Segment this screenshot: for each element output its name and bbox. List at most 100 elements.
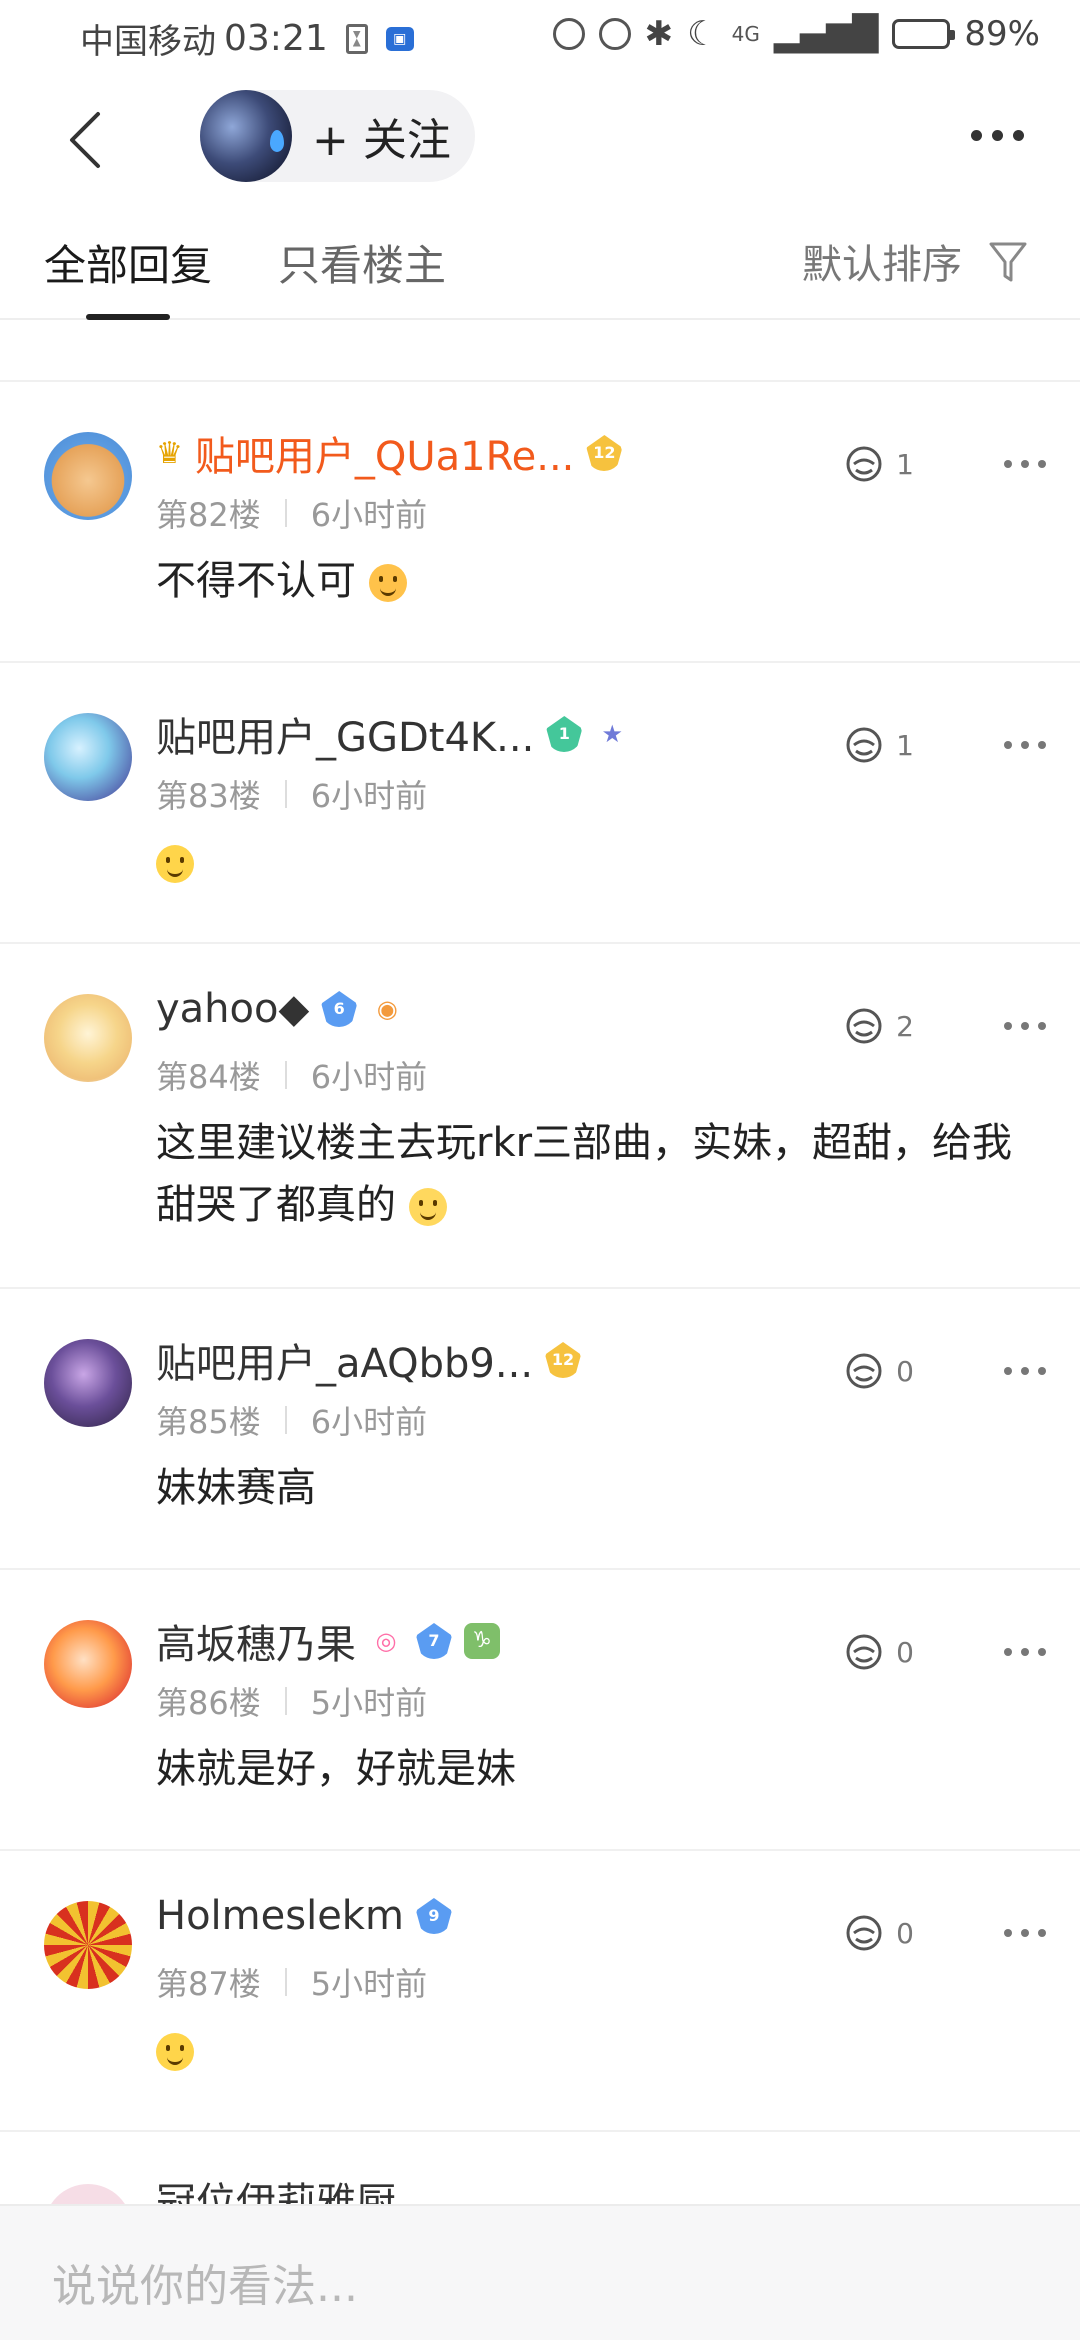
post-time: 6小时前 [310,777,428,815]
more-icon[interactable] [1004,1022,1046,1030]
battery-text: 89% [964,14,1040,54]
floor-number: 第85楼 [156,1403,261,1441]
reply-item: 高坂穗乃果 ◎ 7 ♑ 第86楼 5小时前 妹就是好，好就是妹 0 [0,1570,1080,1851]
like-button[interactable]: 0 [842,1913,914,1953]
reply-content [156,2019,1016,2081]
username[interactable]: yahoo◆ [156,986,309,1032]
reply-item: 贴吧用户_aAQbb9... 12 第85楼 6小时前 妹妹赛高 0 [0,1289,1080,1570]
reply-text: 妹妹赛高 [156,1465,316,1511]
avatar[interactable] [44,1901,132,1989]
reply-content: 妹妹赛高 [156,1457,1016,1519]
clock-text: 03:21 [224,18,328,59]
reply-list: ♛ 贴吧用户_QUa1Re... 12 第82楼 6小时前 不得不认可 1 贴吧… [0,382,1080,2132]
level-badge: 1 [546,716,583,752]
like-button[interactable]: 0 [842,1632,914,1672]
username[interactable]: 贴吧用户_GGDt4K... [156,705,534,763]
like-icon [846,1353,882,1389]
more-icon[interactable] [1004,741,1046,749]
avatar[interactable] [44,432,132,520]
reply-item: Holmeslekm 9 第87楼 5小时前 0 [0,1851,1080,2132]
like-icon [846,446,882,482]
reply-content: 这里建议楼主去玩rkr三部曲，实妹，超甜，给我甜哭了都真的 [156,1112,1016,1236]
level-badge: 6 [321,991,358,1027]
more-icon[interactable] [1004,1367,1046,1375]
avatar[interactable] [44,713,132,801]
more-icon[interactable] [1004,1929,1046,1937]
post-time: 6小时前 [310,496,428,534]
carrier-text: 中国移动 [80,22,216,62]
status-bar: 中国移动 03:21 ▣ ✱ ☾ 4G ▂▄▆█ 89% [0,0,1080,75]
like-button[interactable]: 0 [842,1351,914,1391]
reply-item: ♛ 贴吧用户_QUa1Re... 12 第82楼 6小时前 不得不认可 1 [0,382,1080,663]
crown-icon: ♛ [156,435,183,471]
forum-avatar[interactable] [200,90,292,182]
emoji-icon [156,2033,194,2071]
more-icon[interactable] [1004,1648,1046,1656]
tab-only-op[interactable]: 只看楼主 [278,232,446,293]
like-button[interactable]: 1 [842,444,914,484]
reply-item: yahoo◆ 6 ◉ 第84楼 6小时前 这里建议楼主去玩rkr三部曲，实妹，超… [0,944,1080,1289]
username[interactable]: 贴吧用户_QUa1Re... [195,424,574,482]
reply-input-bar[interactable]: 说说你的看法... [0,2204,1080,2340]
floor-number: 第86楼 [156,1684,261,1722]
reply-text: 妹就是好，好就是妹 [156,1746,516,1792]
like-count: 1 [896,447,914,481]
floor-number: 第83楼 [156,777,261,815]
sort-dropdown[interactable]: 默认排序 [802,232,962,290]
post-time: 6小时前 [310,1403,428,1441]
app-notification-icon: ▣ [385,26,414,51]
back-icon[interactable] [62,110,112,170]
nav-bar: + 关注 [0,80,1080,195]
avatar[interactable] [44,2184,132,2204]
avatar[interactable] [44,1620,132,1708]
reply-item: 贴吧用户_GGDt4K... 1 ★ 第83楼 6小时前 1 [0,663,1080,944]
like-count: 1 [896,728,914,762]
reply-tabs: 全部回复 只看楼主 默认排序 [0,220,1080,320]
like-icon [846,1634,882,1670]
reply-item-partial: 冠位伊莉雅厨 [0,2124,1080,2204]
emoji-icon [368,564,407,602]
battery-icon [892,19,956,49]
star-badge-icon: ★ [601,720,624,748]
post-time: 5小时前 [310,1684,428,1722]
username[interactable]: 高坂穗乃果 [156,1612,356,1670]
reply-content: 妹就是好，好就是妹 [156,1738,1016,1800]
username[interactable]: 贴吧用户_aAQbb9... [156,1331,533,1389]
post-time: 6小时前 [310,1058,428,1096]
username[interactable]: 冠位伊莉雅厨 [156,2170,396,2204]
zodiac-icon: ♑ [464,1623,500,1659]
hourglass-icon [345,23,368,54]
level-badge: 12 [586,435,623,471]
floor-number: 第84楼 [156,1058,261,1096]
tab-all-replies[interactable]: 全部回复 [44,232,212,293]
emoji-icon [156,845,194,883]
follow-label: + 关注 [312,115,451,166]
avatar[interactable] [44,1339,132,1427]
filter-icon[interactable] [988,240,1028,284]
post-time: 5小时前 [310,1965,428,2003]
like-count: 0 [896,1635,914,1669]
reply-input[interactable]: 说说你的看法... [52,2250,358,2314]
emoji-icon [408,1188,447,1226]
like-button[interactable]: 1 [842,725,914,765]
lollipop-icon: ◎ [375,1627,397,1655]
like-icon [846,727,882,763]
like-icon [846,1008,882,1044]
username[interactable]: Holmeslekm [156,1893,404,1939]
like-button[interactable]: 2 [842,1006,914,1046]
level-badge: 7 [416,1623,452,1659]
reply-text: 这里建议楼主去玩rkr三部曲，实妹，超甜，给我甜哭了都真的 [156,1120,1013,1228]
floor-number: 第82楼 [156,496,261,534]
more-icon[interactable] [1004,460,1046,468]
bluetooth-icon: ✱ [644,14,674,54]
gamepad-icon: ◉ [376,995,398,1023]
alarm-icon [598,18,631,50]
tab-underline [86,314,170,320]
floor-number: 第87楼 [156,1965,261,2003]
more-icon[interactable] [971,130,1024,141]
like-count: 2 [896,1009,914,1043]
level-badge: 9 [415,1898,452,1934]
avatar[interactable] [44,994,132,1082]
like-count: 0 [896,1916,914,1950]
follow-button[interactable]: + 关注 [200,90,475,182]
